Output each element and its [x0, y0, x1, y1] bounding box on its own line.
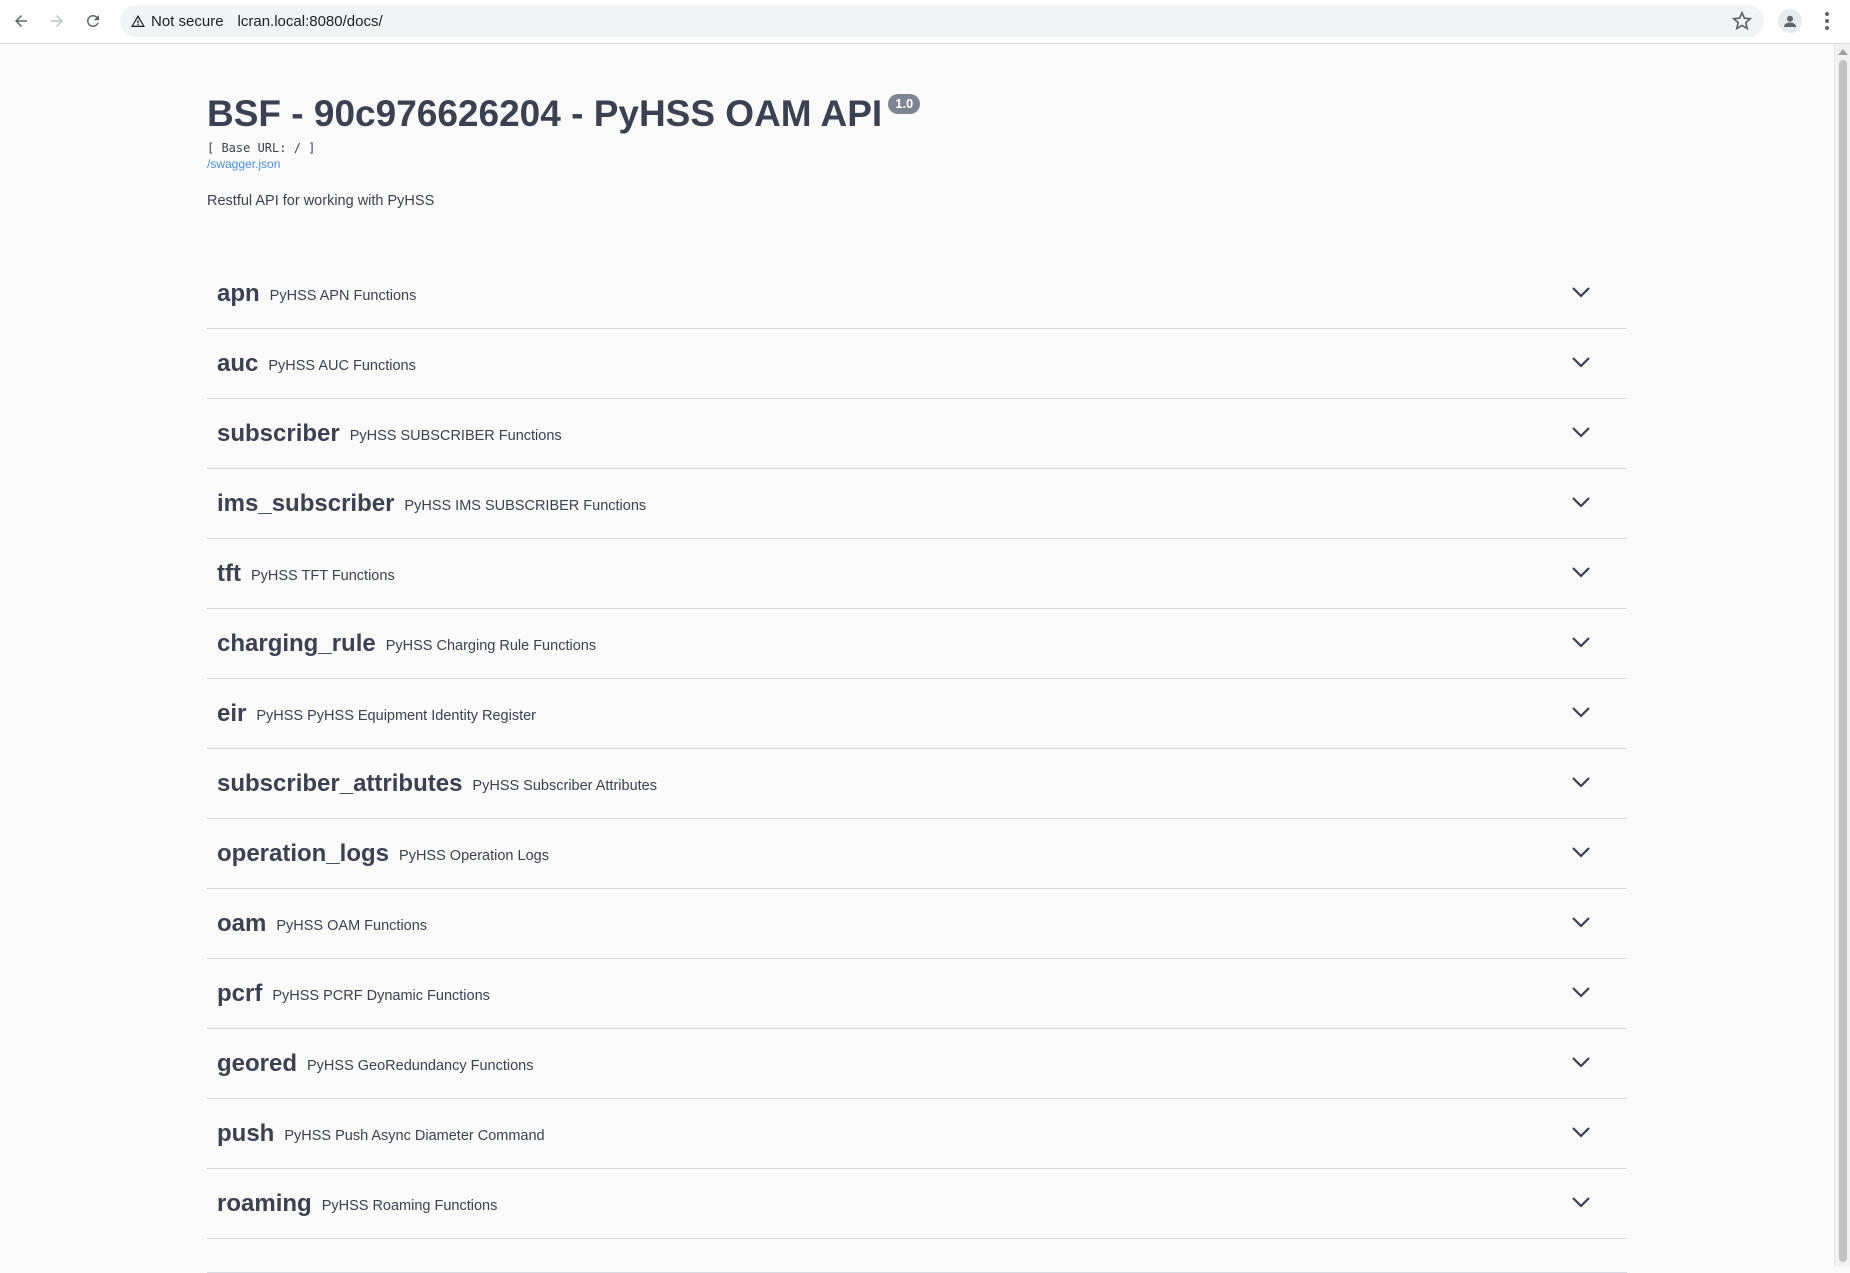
- scrollbar-thumb[interactable]: [1839, 60, 1847, 1262]
- tag-description: PyHSS SUBSCRIBER Functions: [349, 427, 562, 444]
- tag-section-auc[interactable]: auc PyHSS AUC Functions: [207, 329, 1627, 399]
- chevron-down-icon[interactable]: [1571, 1195, 1591, 1209]
- tag-description: PyHSS Roaming Functions: [321, 1197, 498, 1214]
- tag-description: PyHSS IMS SUBSCRIBER Functions: [404, 497, 647, 514]
- scroll-up-icon[interactable]: [1838, 49, 1848, 55]
- tag-section-subscriber[interactable]: subscriber PyHSS SUBSCRIBER Functions: [207, 399, 1627, 469]
- tag-name[interactable]: charging_rule: [217, 630, 376, 658]
- tag-description: PyHSS AUC Functions: [268, 357, 416, 374]
- base-url: [ Base URL: / ]: [207, 141, 316, 155]
- tag-description: PyHSS Operation Logs: [399, 847, 549, 864]
- api-info: BSF - 90c976626204 - PyHSS OAM API 1.0 […: [207, 92, 1627, 211]
- tag-description: PyHSS GeoRedundancy Functions: [307, 1057, 534, 1074]
- person-icon[interactable]: [1778, 9, 1802, 33]
- tag-name[interactable]: roaming: [217, 1190, 312, 1218]
- api-description: Restful API for working with PyHSS: [207, 193, 435, 209]
- tag-description: PyHSS PCRF Dynamic Functions: [272, 987, 490, 1004]
- warning-triangle-icon: [131, 15, 145, 27]
- chevron-down-icon[interactable]: [1571, 635, 1591, 649]
- chevron-down-icon[interactable]: [1571, 285, 1591, 299]
- tag-description: PyHSS OAM Functions: [276, 917, 428, 934]
- tag-description: PyHSS Subscriber Attributes: [472, 777, 657, 794]
- tag-name[interactable]: geored: [217, 1050, 297, 1078]
- tag-name[interactable]: auc: [217, 350, 258, 378]
- chevron-down-icon[interactable]: [1571, 775, 1591, 789]
- tag-description: PyHSS TFT Functions: [250, 567, 395, 584]
- tag-section-ims-subscriber[interactable]: ims_subscriber PyHSS IMS SUBSCRIBER Funct…: [207, 469, 1627, 539]
- tag-description: PyHSS Charging Rule Functions: [385, 637, 597, 654]
- tag-section-partial: [207, 1239, 1627, 1273]
- tag-section-geored[interactable]: geored PyHSS GeoRedundancy Functions: [207, 1029, 1627, 1099]
- chevron-down-icon[interactable]: [1571, 1055, 1591, 1069]
- tag-name[interactable]: apn: [217, 280, 260, 308]
- tag-name[interactable]: subscriber_attributes: [217, 770, 462, 798]
- tag-name[interactable]: operation_logs: [217, 840, 389, 868]
- tag-section-operation-logs[interactable]: operation_logs PyHSS Operation Logs: [207, 819, 1627, 889]
- tag-section-roaming[interactable]: roaming PyHSS Roaming Functions: [207, 1169, 1627, 1239]
- tag-description: PyHSS Push Async Diameter Command: [284, 1127, 545, 1144]
- tag-description: PyHSS PyHSS Equipment Identity Register: [256, 707, 537, 724]
- tag-name[interactable]: eir: [217, 700, 246, 728]
- tag-section-subscriber-attributes[interactable]: subscriber_attributes PyHSS Subscriber At…: [207, 749, 1627, 819]
- tag-description: PyHSS APN Functions: [269, 287, 417, 304]
- chevron-down-icon[interactable]: [1571, 705, 1591, 719]
- swagger-container: BSF - 90c976626204 - PyHSS OAM API 1.0 […: [207, 44, 1627, 1273]
- tag-section-oam[interactable]: oam PyHSS OAM Functions: [207, 889, 1627, 959]
- chevron-down-icon[interactable]: [1571, 495, 1591, 509]
- star-icon[interactable]: [1732, 11, 1752, 31]
- arrow-right-icon[interactable]: [44, 8, 70, 34]
- chevron-down-icon[interactable]: [1571, 565, 1591, 579]
- tag-section-charging-rule[interactable]: charging_rule PyHSS Charging Rule Functio…: [207, 609, 1627, 679]
- tag-list: apn PyHSS APN Functions auc PyHSS AUC Funct…: [207, 259, 1627, 1273]
- chevron-down-icon[interactable]: [1571, 1125, 1591, 1139]
- tag-name[interactable]: push: [217, 1120, 274, 1148]
- tag-section-apn[interactable]: apn PyHSS APN Functions: [207, 259, 1627, 329]
- tag-name[interactable]: ims_subscriber: [217, 490, 394, 518]
- swagger-json-link[interactable]: /swagger.json: [207, 156, 1627, 173]
- tag-name[interactable]: tft: [217, 560, 241, 588]
- tag-name[interactable]: pcrf: [217, 980, 262, 1008]
- tag-section-tft[interactable]: tft PyHSS TFT Functions: [207, 539, 1627, 609]
- chevron-down-icon[interactable]: [1571, 355, 1591, 369]
- address-bar[interactable]: Not secure lcran.local:8080/docs/: [120, 5, 1764, 37]
- tag-section-eir[interactable]: eir PyHSS PyHSS Equipment Identity Regist…: [207, 679, 1627, 749]
- security-chip[interactable]: Not secure: [130, 13, 224, 30]
- url-text[interactable]: lcran.local:8080/docs/: [238, 13, 383, 30]
- security-label: Not secure: [151, 12, 224, 30]
- arrow-left-icon[interactable]: [8, 8, 34, 34]
- kebab-menu-icon[interactable]: [1818, 9, 1836, 33]
- chevron-down-icon[interactable]: [1571, 915, 1591, 929]
- tag-name[interactable]: subscriber: [217, 420, 340, 448]
- tag-section-pcrf[interactable]: pcrf PyHSS PCRF Dynamic Functions: [207, 959, 1627, 1029]
- version-badge: 1.0: [888, 94, 921, 114]
- browser-toolbar: Not secure lcran.local:8080/docs/: [0, 0, 1850, 44]
- reload-icon[interactable]: [80, 8, 106, 34]
- page-scrollbar[interactable]: [1834, 44, 1850, 1266]
- tag-section-push[interactable]: push PyHSS Push Async Diameter Command: [207, 1099, 1627, 1169]
- chevron-down-icon[interactable]: [1571, 845, 1591, 859]
- tag-name[interactable]: oam: [217, 910, 266, 938]
- api-title: BSF - 90c976626204 - PyHSS OAM API: [207, 93, 883, 134]
- chevron-down-icon[interactable]: [1571, 985, 1591, 999]
- chevron-down-icon[interactable]: [1571, 425, 1591, 439]
